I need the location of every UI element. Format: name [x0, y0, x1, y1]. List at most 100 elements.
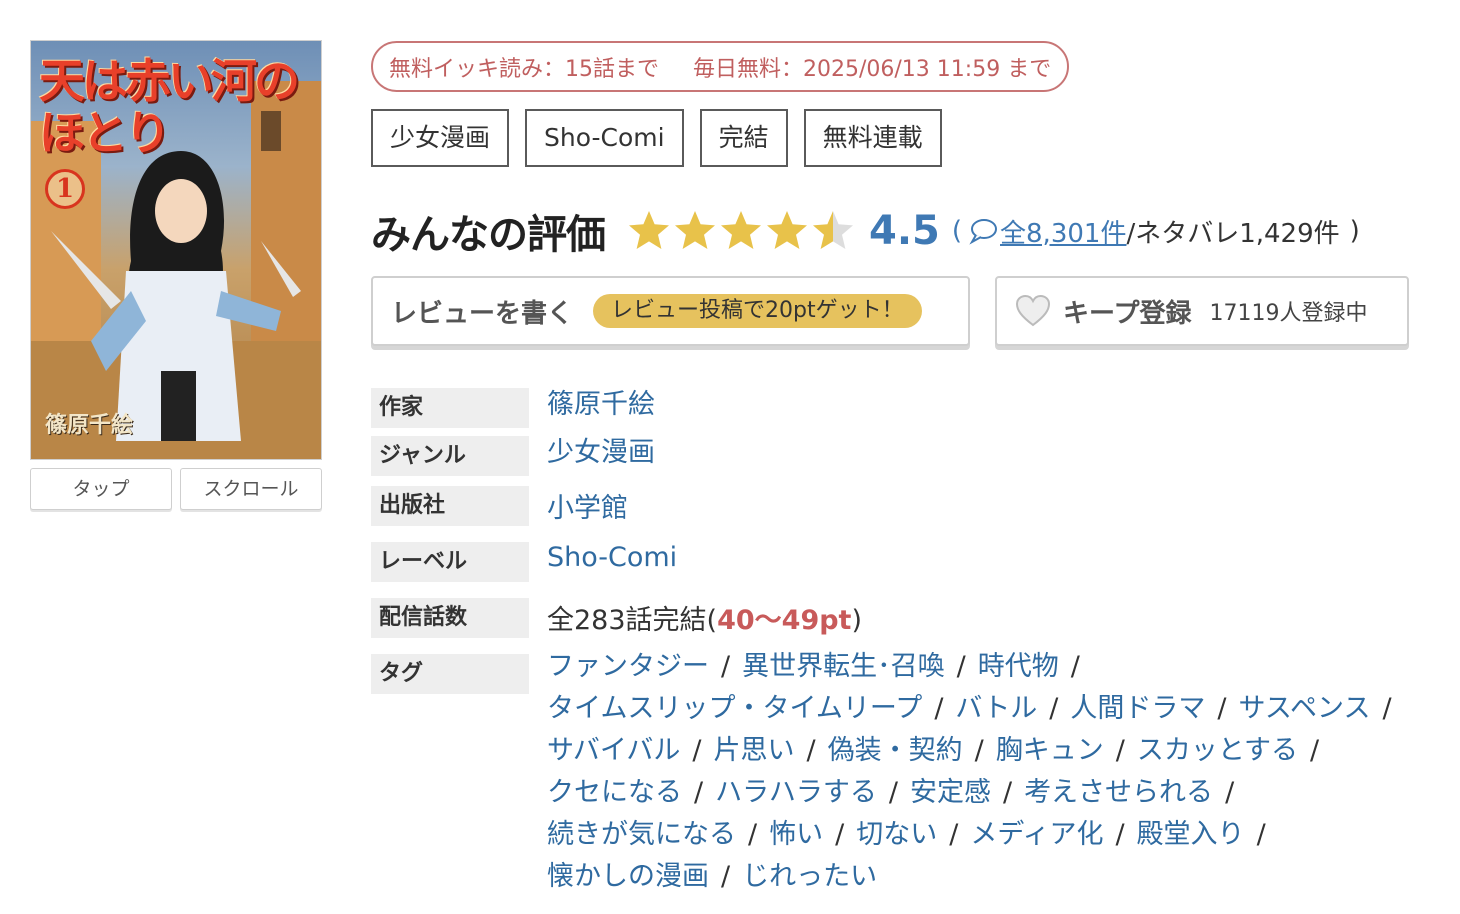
reader-mode-buttons: タップ スクロール	[30, 468, 322, 510]
tag-line: 懐かしの漫画 / じれったい	[547, 856, 1447, 898]
tags-label: タグ	[371, 654, 529, 694]
rating-score: 4.5	[869, 208, 940, 254]
tag-separator: /	[748, 819, 758, 850]
tag-separator: /	[974, 735, 984, 766]
heart-icon	[1015, 294, 1051, 327]
episodes-close: )	[851, 605, 863, 636]
genre-tag-shocomi[interactable]: Sho-Comi	[525, 109, 684, 167]
tag-line: サバイバル / 片思い / 偽装・契約 / 胸キュン / スカッとする /	[547, 730, 1447, 772]
tag-separator: /	[1310, 735, 1320, 766]
tag-separator: /	[1382, 693, 1392, 724]
free-read-text: 無料イッキ読み：15話まで	[389, 56, 659, 82]
label-link[interactable]: Sho-Comi	[547, 542, 677, 573]
tag-separator: /	[721, 861, 731, 892]
tag-link[interactable]: ファンタジー	[547, 651, 709, 682]
tag-separator: /	[1115, 819, 1125, 850]
tag-link[interactable]: メディア化	[970, 819, 1103, 850]
genre-tag-free-serial[interactable]: 無料連載	[803, 109, 942, 167]
publisher-label: 出版社	[371, 486, 529, 526]
tag-separator: /	[1256, 819, 1266, 850]
tag-line: クセになる / ハラハラする / 安定感 / 考えさせられる /	[547, 772, 1447, 814]
star-icon	[629, 211, 669, 249]
tag-separator: /	[1115, 735, 1125, 766]
tag-link[interactable]: サバイバル	[547, 735, 680, 766]
tag-separator: /	[835, 819, 845, 850]
rating-label: みんなの評価	[371, 212, 606, 258]
cover-image[interactable]: 天は赤い河の ほとり 1 篠原千絵	[30, 40, 322, 460]
tag-link[interactable]: 続きが気になる	[547, 819, 736, 850]
tag-link[interactable]: 片思い	[714, 735, 795, 766]
tag-link[interactable]: 怖い	[769, 819, 823, 850]
genre-tag-list: 少女漫画 Sho-Comi 完結 無料連載	[371, 109, 942, 167]
tag-separator: /	[721, 651, 731, 682]
tag-link[interactable]: 時代物	[978, 651, 1059, 682]
tag-link[interactable]: じれったい	[742, 861, 877, 892]
cover-title-line2: ほとり	[39, 106, 171, 160]
tag-separator: /	[806, 735, 816, 766]
review-bonus-badge: レビュー投稿で20ptゲット！	[593, 294, 922, 328]
tag-separator: /	[888, 777, 898, 808]
tag-list: ファンタジー / 異世界転生･召喚 / 時代物 / タイムスリップ・タイムリープ / バトル / 人…	[547, 646, 1447, 898]
tag-link[interactable]: 安定感	[910, 777, 991, 808]
tag-link[interactable]: ハラハラする	[715, 777, 877, 808]
episodes-price: 40〜49pt	[717, 605, 852, 636]
keep-button[interactable]: キープ登録 17119人登録中	[995, 276, 1409, 346]
cover-title: 天は赤い河の ほとり	[39, 55, 319, 159]
rating-row: みんなの評価 4.5 ( 全8,301件 /ネタバレ1,429件 )	[371, 200, 1360, 262]
tag-separator: /	[1225, 777, 1235, 808]
tag-link[interactable]: 考えさせられる	[1024, 777, 1213, 808]
scroll-mode-button[interactable]: スクロール	[180, 468, 322, 510]
keep-count: 17119人登録中	[1209, 301, 1368, 326]
tag-separator: /	[692, 735, 702, 766]
review-summary: ( 全8,301件 /ネタバレ1,429件 )	[952, 213, 1360, 250]
tag-line: 続きが気になる / 怖い / 切ない / メディア化 / 殿堂入り /	[547, 814, 1447, 856]
tag-separator: /	[956, 651, 966, 682]
rating-stars	[627, 209, 855, 253]
tag-link[interactable]: クセになる	[547, 777, 682, 808]
tag-link[interactable]: 懐かしの漫画	[547, 861, 709, 892]
tag-separator: /	[1049, 693, 1059, 724]
star-icon	[721, 211, 761, 249]
tap-mode-button[interactable]: タップ	[30, 468, 172, 510]
tag-link[interactable]: 異世界転生･召喚	[742, 651, 945, 682]
cover-volume-badge: 1	[45, 169, 85, 209]
tag-link[interactable]: 人間ドラマ	[1070, 693, 1205, 724]
episodes-count: 全283話完結(	[547, 605, 718, 636]
tag-separator: /	[1002, 777, 1013, 808]
tag-link[interactable]: 胸キュン	[996, 735, 1104, 766]
tag-line: ファンタジー / 異世界転生･召喚 / 時代物 /	[547, 646, 1447, 688]
tag-link[interactable]: 偽装・契約	[828, 735, 963, 766]
all-reviews-link[interactable]: 全8,301件	[1000, 213, 1126, 250]
write-review-label: レビューを書く	[391, 298, 574, 329]
tag-link[interactable]: 殿堂入り	[1137, 819, 1245, 850]
genre-tag-complete[interactable]: 完結	[699, 109, 788, 167]
label-label: レーベル	[371, 542, 529, 582]
keep-label: キープ登録	[1063, 298, 1192, 329]
tag-link[interactable]: サスペンス	[1238, 693, 1370, 724]
star-icon	[767, 211, 807, 249]
tag-link[interactable]: スカッとする	[1137, 735, 1298, 766]
tag-link[interactable]: バトル	[955, 693, 1037, 724]
genre-tag-shojo[interactable]: 少女漫画	[371, 109, 510, 167]
author-link[interactable]: 篠原千絵	[547, 382, 655, 421]
open-paren: (	[951, 216, 963, 246]
tag-separator: /	[949, 819, 959, 850]
tag-separator: /	[1217, 693, 1227, 724]
comment-bubble-icon	[969, 219, 998, 245]
tag-line: タイムスリップ・タイムリープ / バトル / 人間ドラマ / サスペンス /	[547, 688, 1447, 730]
tag-separator: /	[1070, 651, 1080, 682]
write-review-button[interactable]: レビューを書く レビュー投稿で20ptゲット！	[371, 276, 970, 346]
cover-author: 篠原千絵	[45, 412, 134, 438]
star-icon	[675, 211, 715, 249]
genre-link[interactable]: 少女漫画	[547, 430, 655, 469]
star-icon	[813, 211, 853, 249]
publisher-link[interactable]: 小学館	[547, 486, 628, 525]
author-label: 作家	[371, 388, 529, 428]
tag-link[interactable]: 切ない	[856, 819, 937, 850]
close-paren: )	[1349, 216, 1360, 246]
tag-separator: /	[694, 777, 704, 808]
tag-link[interactable]: タイムスリップ・タイムリープ	[547, 693, 922, 724]
spoiler-count: /ネタバレ1,429件	[1126, 218, 1340, 249]
cover-title-line1: 天は赤い河の	[39, 54, 300, 108]
manga-detail-page: 天は赤い河の ほとり 1 篠原千絵 タップ スクロール 無料イッキ読み：15話ま…	[0, 0, 1460, 914]
